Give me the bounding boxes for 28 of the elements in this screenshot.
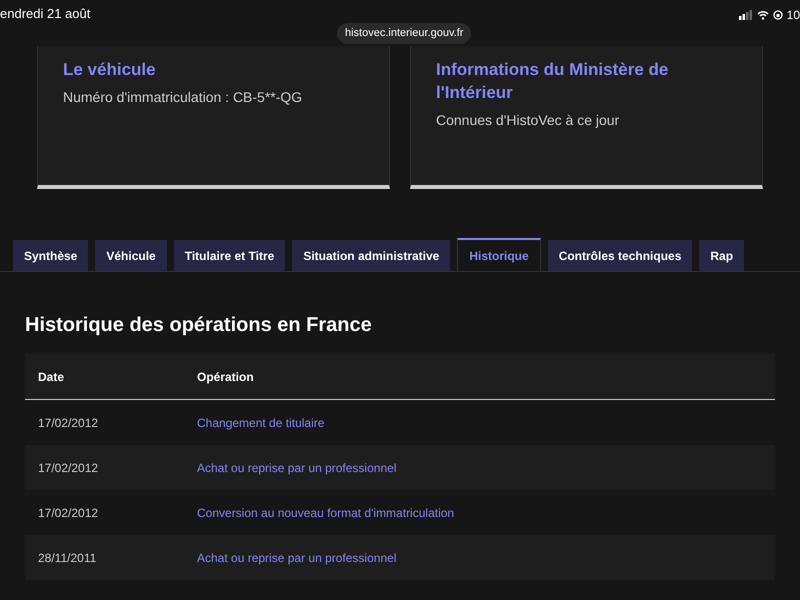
date-cell-text: 17/02/2012	[37, 414, 100, 432]
url-bar[interactable]: histovec.interieur.gouv.fr	[337, 23, 472, 44]
date-cell-text: 17/02/2012	[37, 460, 100, 476]
date-cell-text: 28/11/2011	[37, 550, 98, 566]
card-title: Le véhicule	[63, 59, 157, 81]
tab[interactable]: Synthèse	[13, 240, 88, 271]
operation-link[interactable]: Achat ou reprise par un professionnel	[197, 458, 396, 476]
wifi-icon	[756, 10, 769, 20]
operation-link[interactable]: Achat ou reprise par un professionnel	[197, 548, 396, 566]
tab[interactable]: Titulaire et Titre	[174, 240, 286, 271]
operation-link[interactable]: Changement de titulaire	[197, 414, 324, 432]
rotation-lock-icon	[772, 10, 783, 20]
column-header: Date	[37, 368, 66, 386]
section-title: Historique des opérations en France	[25, 313, 373, 338]
card-title: Informations du Ministère de l'Intérieur	[436, 59, 670, 104]
card-text: Connues d'HistoVec à ce jour	[436, 111, 620, 130]
tab[interactable]: Situation administrative	[292, 240, 450, 271]
tab[interactable]: Véhicule	[95, 240, 167, 271]
status-date: endredi 21 août	[0, 5, 90, 23]
card-text: Numéro d'immatriculation : CB-5**-QG	[63, 88, 304, 107]
tab[interactable]: Rap	[699, 240, 744, 271]
column-header: Opération	[197, 368, 254, 386]
battery-percent: 10	[786, 7, 800, 24]
tab[interactable]: Historique	[457, 238, 541, 271]
date-cell-text: 17/02/2012	[37, 504, 100, 522]
tab[interactable]: Contrôles techniques	[548, 240, 692, 271]
signal-icon	[738, 10, 753, 20]
operation-link[interactable]: Conversion au nouveau format d'immatriculation	[197, 504, 454, 522]
